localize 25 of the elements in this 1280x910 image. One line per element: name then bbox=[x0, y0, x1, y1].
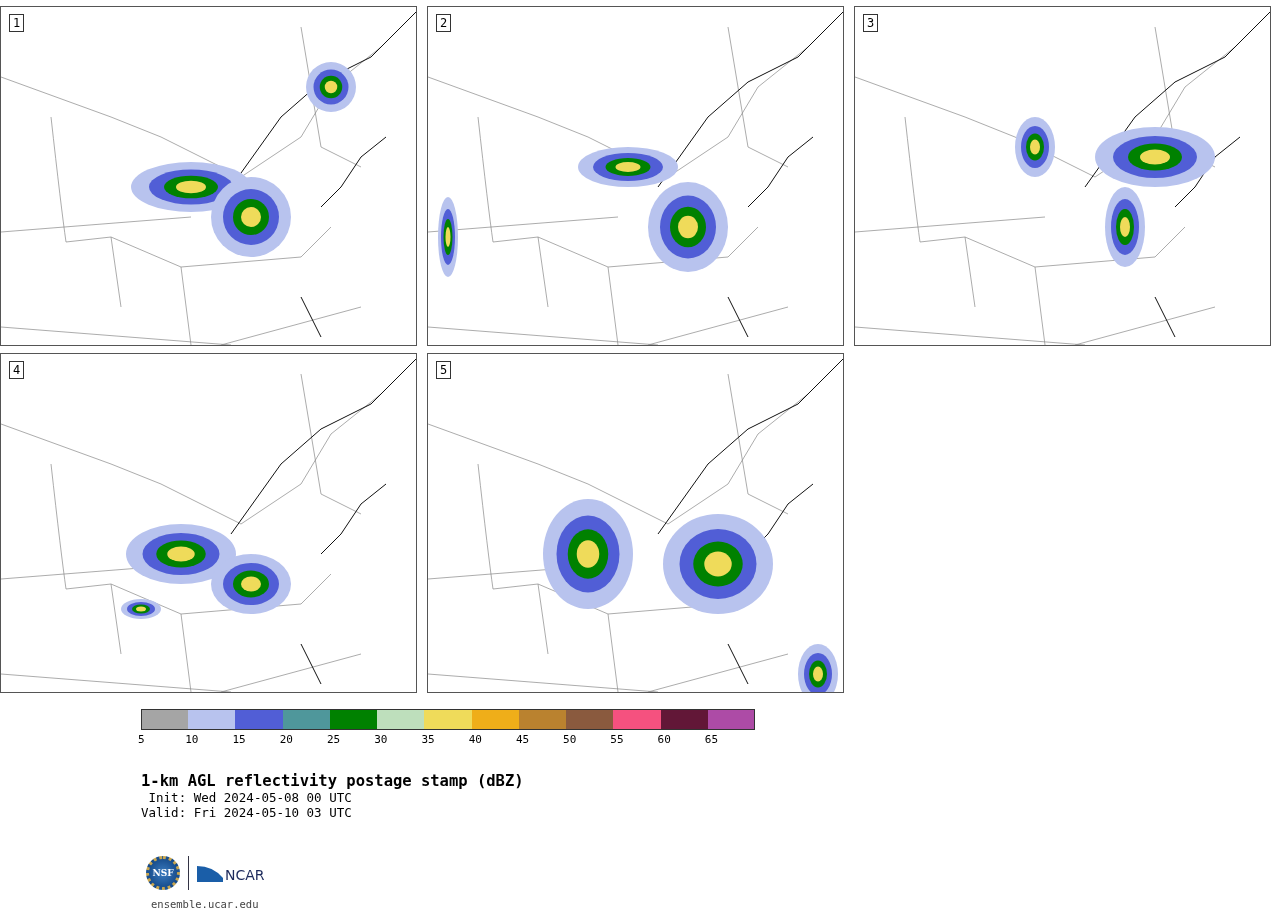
tick-label: 35 bbox=[421, 733, 435, 746]
panel-number: 1 bbox=[9, 14, 25, 32]
panel-number: 3 bbox=[863, 14, 879, 32]
tick-label: 25 bbox=[326, 733, 341, 746]
tick-label: 5 bbox=[138, 733, 145, 746]
ncar-logo: NCAR bbox=[225, 868, 265, 882]
tick-label: 10 bbox=[185, 733, 199, 746]
tick-label: 55 bbox=[610, 733, 624, 746]
nsf-logo: NSF bbox=[146, 856, 180, 890]
tick-label: 40 bbox=[468, 733, 482, 746]
panel-number: 4 bbox=[9, 361, 25, 379]
tick-label: 20 bbox=[279, 733, 293, 746]
tick-label: 50 bbox=[563, 733, 577, 746]
tick-label: 30 bbox=[374, 733, 388, 746]
init-time: Init: Wed 2024-05-08 00 UTC bbox=[147, 790, 353, 805]
panel-number: 2 bbox=[436, 14, 452, 32]
tick-label: 45 bbox=[515, 733, 530, 746]
valid-time: Valid: Fri 2024-05-10 03 UTC bbox=[141, 805, 353, 820]
website-url: ensemble.ucar.edu bbox=[151, 898, 260, 910]
tick-label: 15 bbox=[232, 733, 246, 746]
chart-title: 1-km AGL reflectivity postage stamp (dBZ) bbox=[141, 772, 525, 790]
ncar-swoosh-icon bbox=[197, 864, 223, 882]
tick-label: 65 bbox=[704, 733, 719, 746]
tick-label: 60 bbox=[657, 733, 671, 746]
panel-number: 5 bbox=[436, 361, 452, 379]
